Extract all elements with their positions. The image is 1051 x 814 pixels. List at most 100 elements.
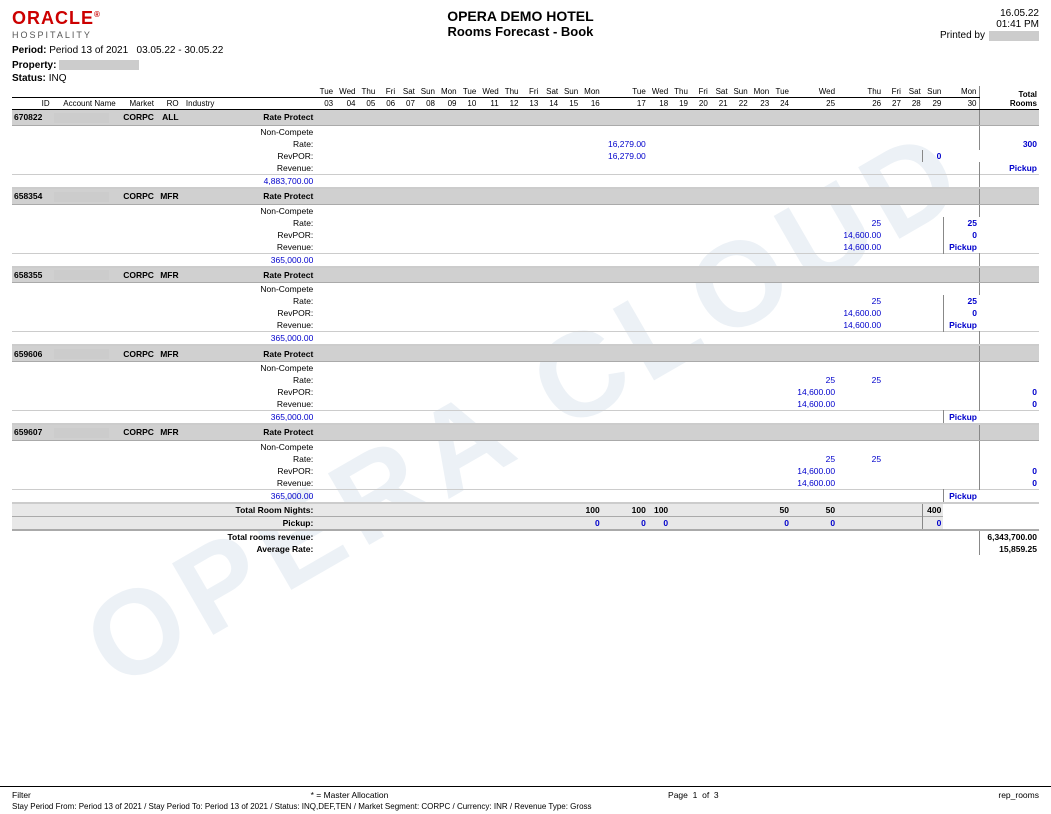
rate-row-658355: Rate: 25 25 bbox=[12, 295, 1039, 307]
d19-trn: 100 bbox=[648, 503, 670, 517]
total-rate-658355: 25 bbox=[943, 295, 979, 307]
blank-659606 bbox=[315, 345, 979, 361]
d26-rate-659606: 25 bbox=[791, 374, 837, 386]
section-659606: 659606 CORPC MFR Rate Protect bbox=[12, 345, 1039, 361]
rateprotect-658355: Rate Protect bbox=[216, 267, 315, 283]
revval-total-659606: Pickup bbox=[943, 411, 979, 425]
rate-blank1-659607 bbox=[315, 453, 791, 465]
total-pup: 0 bbox=[923, 516, 944, 530]
trn-label: Total Room Nights: bbox=[216, 503, 315, 517]
printed-by-row: Printed by bbox=[940, 30, 1039, 41]
day-17: 17 bbox=[602, 98, 648, 110]
revpor-blank1-670822 bbox=[315, 150, 601, 162]
empty-rev-659606 bbox=[12, 398, 216, 411]
empty-ar bbox=[12, 543, 216, 555]
empty-revpor-659607 bbox=[12, 465, 216, 477]
revpor-blank1-658354 bbox=[315, 229, 837, 241]
revval-blank-670822 bbox=[315, 174, 979, 188]
d26-revpor-659607: 14,600.00 bbox=[791, 465, 837, 477]
empty-revpor-670822 bbox=[12, 150, 216, 162]
empty-rev-658354 bbox=[12, 241, 216, 254]
d27-trn: 50 bbox=[791, 503, 837, 517]
rev-blank-670822 bbox=[315, 162, 979, 175]
d09-rate-670822 bbox=[437, 138, 459, 150]
rate-row-658354: Rate: 25 25 bbox=[12, 217, 1039, 229]
dow-mon-1: Mon bbox=[437, 86, 459, 98]
revpor-blank1-658355 bbox=[315, 307, 837, 319]
noncompete-row-658355: Non-Compete bbox=[12, 283, 1039, 296]
empty-rate-670822 bbox=[12, 138, 216, 150]
empty-nc-658354 bbox=[12, 204, 216, 217]
blank-658354 bbox=[315, 188, 979, 204]
id-659607: 659607 bbox=[12, 424, 52, 440]
ar-label: Average Rate: bbox=[216, 543, 315, 555]
total-rate-670822: 300 bbox=[979, 138, 1039, 150]
day-04: 04 bbox=[335, 98, 357, 110]
total-659606 bbox=[979, 345, 1039, 361]
empty-rev-670822 bbox=[12, 162, 216, 175]
dow-fri-2: Fri bbox=[521, 86, 541, 98]
rev-blank2-659606 bbox=[837, 398, 979, 411]
rev-label-659606: Revenue: bbox=[216, 398, 315, 411]
day-19: 19 bbox=[670, 98, 690, 110]
main-table: Tue Wed Thu Fri Sat Sun Mon Tue Wed Thu … bbox=[12, 86, 1039, 555]
id-670822: 670822 bbox=[12, 110, 52, 126]
rate-row-659606: Rate: 25 25 bbox=[12, 374, 1039, 386]
revenue-value-row-658354: 365,000.00 bbox=[12, 253, 1039, 267]
mkt-659607: CORPC bbox=[118, 424, 156, 440]
revpor-row-658354: RevPOR: 14,600.00 0 bbox=[12, 229, 1039, 241]
day-29: 29 bbox=[923, 98, 944, 110]
empty-rate-659606 bbox=[12, 374, 216, 386]
acct-658355 bbox=[52, 267, 118, 283]
page-num: 1 bbox=[693, 790, 698, 800]
status-label: Status: bbox=[12, 73, 46, 84]
mkt-658355: CORPC bbox=[118, 267, 156, 283]
d25-rate-670822 bbox=[791, 138, 837, 150]
day-11: 11 bbox=[478, 98, 500, 110]
revpor-blank2-659606 bbox=[837, 386, 979, 398]
revval-658354: 365,000.00 bbox=[216, 253, 315, 267]
revenue-value-row-659606: 365,000.00 Pickup bbox=[12, 411, 1039, 425]
d23-rate-670822 bbox=[750, 138, 772, 150]
dow-wed-1: Wed bbox=[335, 86, 357, 98]
ind-658354 bbox=[181, 188, 217, 204]
dow-fri-3: Fri bbox=[690, 86, 710, 98]
dow-sat-2: Sat bbox=[540, 86, 560, 98]
header-right: 16.05.22 01:41 PM Printed by bbox=[940, 8, 1039, 41]
pickup-total-row: Pickup: 0 0 0 0 0 0 bbox=[12, 516, 1039, 530]
rev-blank2-658355 bbox=[883, 319, 943, 332]
dow-thu-4: Thu bbox=[837, 86, 883, 98]
d24-rate-670822 bbox=[771, 138, 791, 150]
revpor-blank2-659607 bbox=[837, 465, 979, 477]
nc-blank-658355 bbox=[315, 283, 979, 296]
d27-rev-658354: 14,600.00 bbox=[837, 241, 883, 254]
d18-trn: 100 bbox=[602, 503, 648, 517]
col-ro: RO bbox=[156, 98, 181, 110]
nc-blank-658354 bbox=[315, 204, 979, 217]
trn-blank2 bbox=[670, 503, 771, 517]
oracle-brand: ORACLE® bbox=[12, 8, 101, 29]
nc-label-658354: Non-Compete bbox=[216, 204, 315, 217]
d12-rate-670822 bbox=[501, 138, 521, 150]
page-info: Page 1 of 3 bbox=[668, 790, 719, 800]
dow-tue-2: Tue bbox=[459, 86, 479, 98]
total-rev-658354: Pickup bbox=[943, 241, 979, 254]
ar-blank bbox=[315, 543, 979, 555]
dow-sun-1: Sun bbox=[417, 86, 437, 98]
revval-658355: 365,000.00 bbox=[216, 332, 315, 346]
tr-value: 6,343,700.00 bbox=[979, 530, 1039, 543]
section-658354: 658354 CORPC MFR Rate Protect bbox=[12, 188, 1039, 204]
total-revenue-row: Total rooms revenue: 6,343,700.00 bbox=[12, 530, 1039, 543]
dow-sat-1: Sat bbox=[397, 86, 417, 98]
noncompete-row-658354: Non-Compete bbox=[12, 204, 1039, 217]
d17-trn: 100 bbox=[580, 503, 602, 517]
empty-nc-659607 bbox=[12, 440, 216, 453]
revenue-value-row-670822: 4,883,700.00 bbox=[12, 174, 1039, 188]
revpor-label-670822: RevPOR: bbox=[216, 150, 315, 162]
report-name: Rooms Forecast - Book bbox=[101, 24, 940, 39]
total-rev-659606: 0 bbox=[979, 398, 1039, 411]
revpor-row-670822: RevPOR: 16,279.00 0 bbox=[12, 150, 1039, 162]
printed-by-value bbox=[989, 31, 1039, 41]
day-13: 13 bbox=[521, 98, 541, 110]
rev-blank1-659607 bbox=[315, 477, 791, 490]
